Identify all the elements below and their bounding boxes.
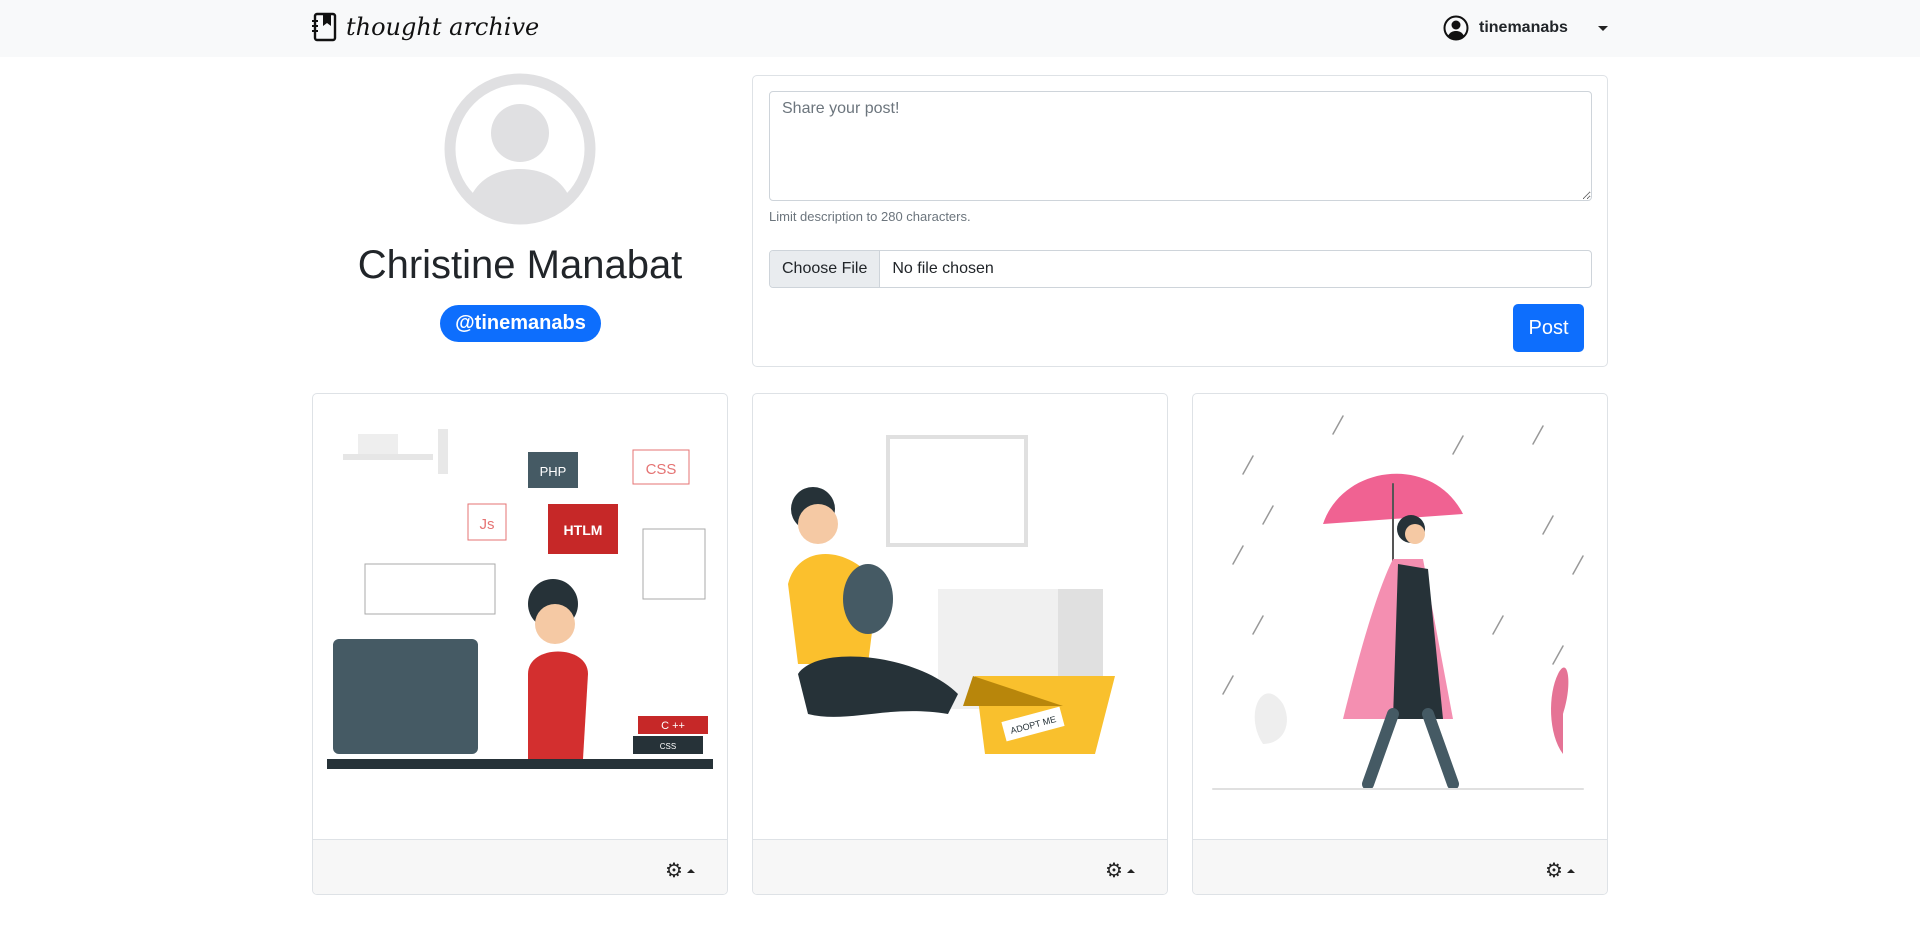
gear-icon: ⚙ (1105, 860, 1123, 882)
brand-link[interactable]: thought archive (312, 12, 539, 42)
caret-up-icon (1126, 868, 1135, 873)
js-label: Js (480, 516, 495, 533)
file-status: No file chosen (892, 260, 994, 277)
css-book-label: CSS (660, 742, 676, 751)
cpp-label: C ++ (661, 720, 685, 732)
card-footer: ⚙ (313, 839, 727, 894)
post-options-dropdown[interactable]: ⚙ (1545, 858, 1575, 883)
post-textarea[interactable] (769, 91, 1592, 201)
user-dropdown[interactable]: tinemanabs (1443, 15, 1608, 41)
post-image[interactable] (1193, 414, 1608, 814)
htlm-label: HTLM (564, 522, 603, 538)
username: tinemanabs (1479, 19, 1568, 36)
card-footer: ⚙ (1193, 839, 1607, 894)
person-circle-icon (1443, 15, 1469, 41)
profile-avatar (444, 73, 596, 225)
profile-handle-badge: @tinemanabs (440, 305, 601, 342)
journal-bookmark-icon (312, 12, 337, 42)
file-input[interactable]: Choose File No file chosen (769, 250, 1592, 288)
php-label: PHP (540, 464, 567, 479)
character-limit-hint: Limit description to 280 characters. (769, 209, 971, 224)
gear-icon: ⚙ (1545, 860, 1563, 882)
gear-icon: ⚙ (665, 860, 683, 882)
post-button[interactable]: Post (1513, 304, 1584, 352)
post-card: PHP CSS Js HTLM C ++ CSS ⚙ (312, 393, 728, 895)
brand-name: thought archive (346, 13, 540, 41)
profile-name: Christine Manabat (357, 243, 683, 287)
css-label: CSS (646, 461, 677, 478)
card-footer: ⚙ (753, 839, 1167, 894)
caret-down-icon (1597, 25, 1608, 31)
caret-up-icon (1566, 868, 1575, 873)
post-card: ADOPT ME ⚙ (752, 393, 1168, 895)
post-options-dropdown[interactable]: ⚙ (1105, 858, 1135, 883)
caret-up-icon (686, 868, 695, 873)
post-image[interactable]: PHP CSS Js HTLM C ++ CSS (313, 414, 728, 814)
navbar: thought archive tinemanabs (0, 0, 1920, 57)
post-card: ⚙ (1192, 393, 1608, 895)
post-options-dropdown[interactable]: ⚙ (665, 858, 695, 883)
choose-file-button[interactable]: Choose File (770, 251, 881, 287)
post-composer-card: Limit description to 280 characters. Cho… (752, 75, 1608, 367)
post-image[interactable]: ADOPT ME (753, 414, 1168, 814)
